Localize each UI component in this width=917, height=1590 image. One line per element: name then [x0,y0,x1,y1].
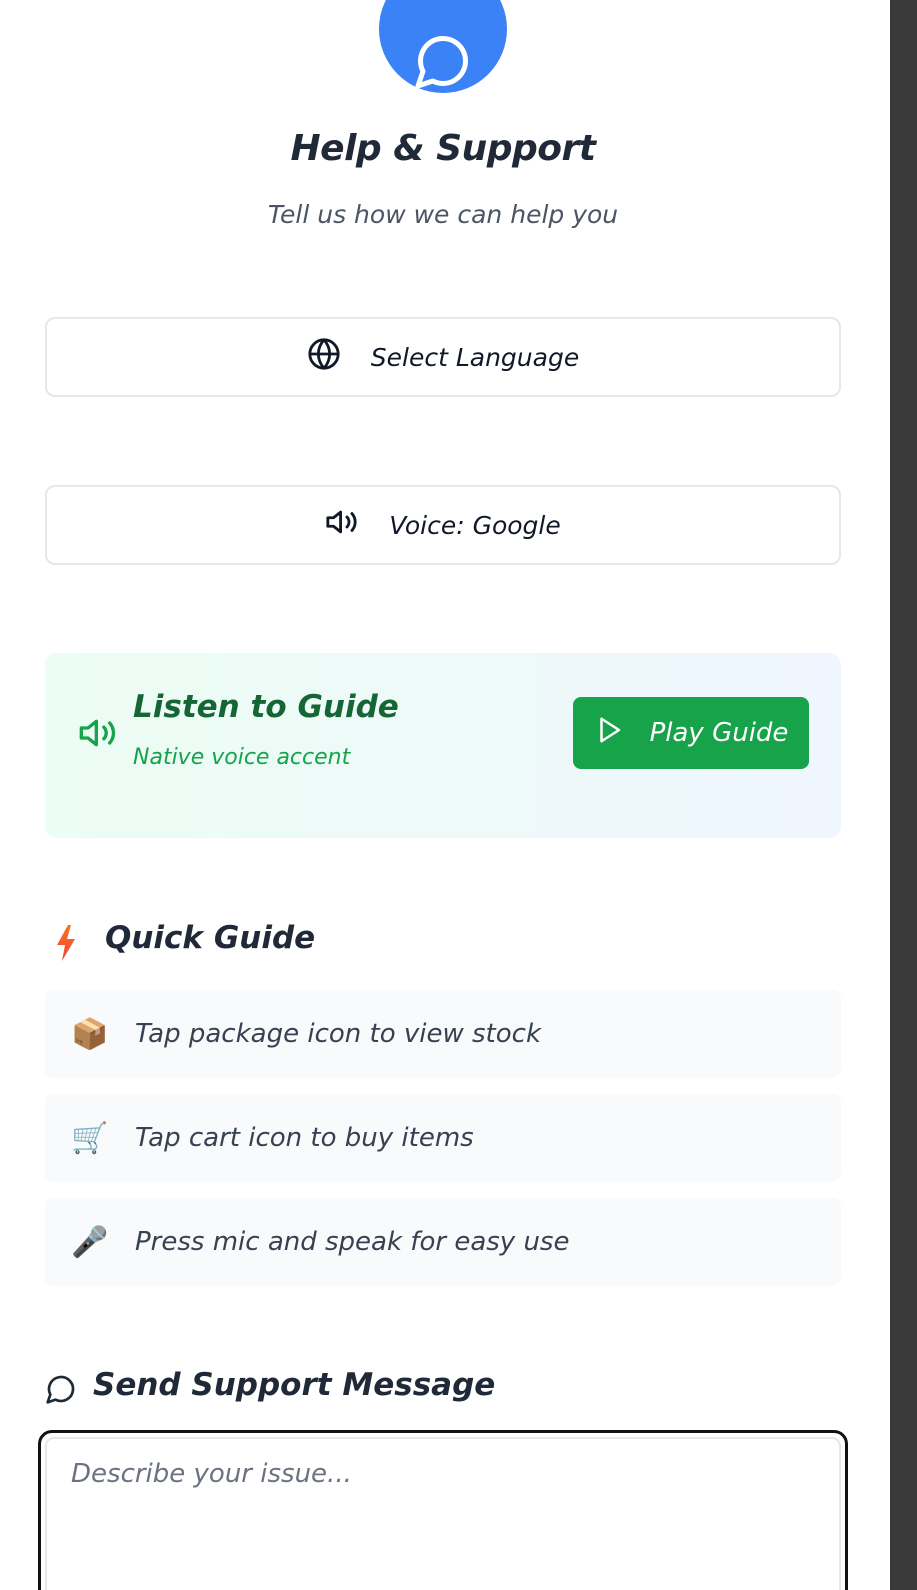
speaker-icon [325,505,359,545]
speaker-icon [78,713,118,757]
support-message-input[interactable] [45,1437,841,1590]
page-subtitle: Tell us how we can help you [267,200,619,229]
cart-icon: 🛒 [71,1120,109,1156]
quick-guide-item-text: Press mic and speak for easy use [135,1227,570,1257]
listen-guide-card: Listen to Guide Native voice accent Play… [45,653,841,838]
lightning-icon [55,925,77,965]
send-support-title: Send Support Message [93,1367,496,1403]
play-guide-button[interactable]: Play Guide [573,697,809,769]
message-circle-icon [45,1373,77,1409]
scrollbar[interactable] [890,0,917,1590]
quick-guide-item-text: Tap package icon to view stock [135,1019,542,1049]
package-icon: 📦 [71,1016,109,1052]
select-language-label: Select Language [370,342,580,372]
listen-guide-subtitle: Native voice accent [133,745,351,770]
quick-guide-item: 🎤 Press mic and speak for easy use [45,1198,841,1286]
message-circle-icon [379,0,507,93]
play-icon [594,715,624,752]
quick-guide-item-text: Tap cart icon to buy items [135,1123,474,1153]
voice-select-button[interactable]: Voice: Google [45,485,841,565]
select-language-button[interactable]: Select Language [45,317,841,397]
quick-guide-title: Quick Guide [105,920,316,956]
listen-guide-title: Listen to Guide [133,689,399,725]
page-title: Help & Support [290,128,596,169]
microphone-icon: 🎤 [71,1224,109,1260]
voice-label: Voice: Google [389,510,561,540]
quick-guide-item: 📦 Tap package icon to view stock [45,990,841,1078]
support-message-field-wrapper [38,1430,848,1590]
globe-icon [307,337,341,377]
play-guide-label: Play Guide [649,718,789,748]
quick-guide-item: 🛒 Tap cart icon to buy items [45,1094,841,1182]
